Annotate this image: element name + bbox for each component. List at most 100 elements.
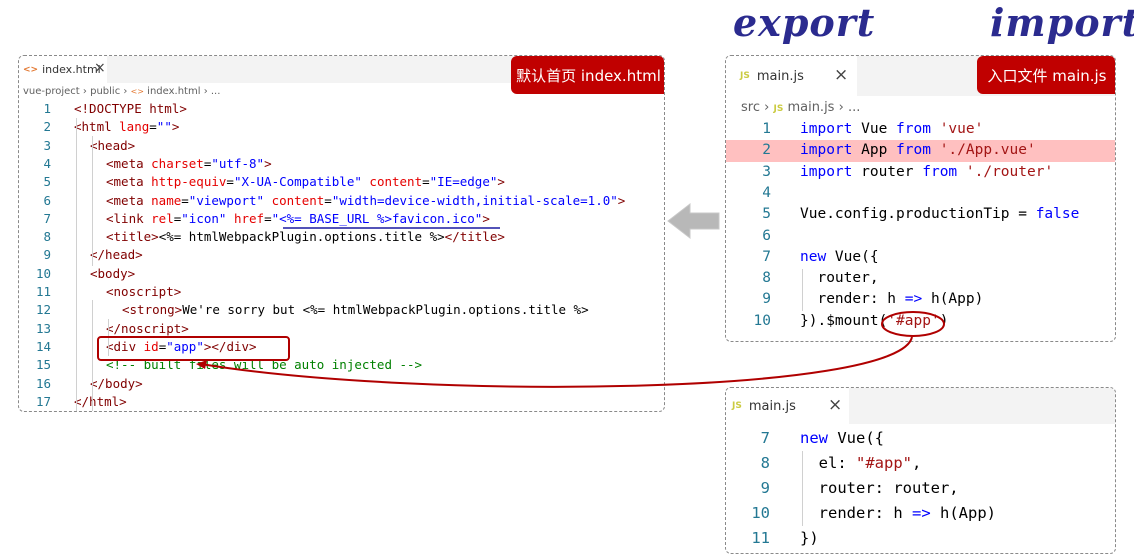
code-line[interactable]: 1 <!DOCTYPE html>	[19, 100, 664, 118]
line-number: 7	[762, 248, 771, 265]
code-line[interactable]: 7 new Vue({	[726, 247, 1115, 268]
code-text: <title><%= htmlWebpackPlugin.options.tit…	[106, 228, 505, 246]
code-line[interactable]: 10}).$mount('#app')	[726, 311, 1115, 332]
code-line[interactable]: 1 import Vue from 'vue'	[726, 119, 1115, 140]
code-token: Vue	[852, 121, 897, 137]
code-token: router,	[800, 270, 879, 287]
html-file-icon: <>	[130, 87, 144, 96]
indent-guide	[802, 269, 803, 311]
close-icon[interactable]: ×	[828, 395, 842, 415]
code-line[interactable]: 4 <meta charset="utf-8">	[19, 155, 664, 173]
code-line[interactable]: 13 </noscript>	[19, 320, 664, 338]
code-text: import Vue from 'vue'	[800, 119, 983, 140]
breadcrumb-item[interactable]: index.html	[147, 86, 200, 97]
code-line[interactable]: 8 <title><%= htmlWebpackPlugin.options.ti…	[19, 228, 664, 246]
code-area: 1 import Vue from 'vue' 2 import App from '…	[726, 119, 1115, 341]
gray-arrow-left-icon	[667, 202, 720, 240]
code-line[interactable]: 16 </body>	[19, 375, 664, 393]
code-line[interactable]: 6 <meta name="viewport" content="width=de…	[19, 192, 664, 210]
code-line[interactable]: 4	[726, 183, 1115, 204]
code-line[interactable]: 11 <noscript>	[19, 283, 664, 301]
code-line[interactable]: 5 Vue.config.productionTip = false	[726, 204, 1115, 225]
code-token: content	[369, 174, 423, 190]
code-line[interactable]: 8 el: "#app",	[726, 451, 1115, 476]
import-label: import	[990, 0, 1134, 45]
code-text: </body>	[90, 375, 143, 393]
code-token: href	[233, 210, 265, 226]
line-number: 3	[43, 137, 51, 153]
indent-guide	[108, 319, 109, 356]
code-token: =>	[904, 291, 923, 308]
code-token: =	[181, 192, 189, 208]
code-line[interactable]: 7 new Vue({	[726, 426, 1115, 451]
code-token: >	[171, 119, 180, 135]
close-icon[interactable]: ×	[94, 60, 106, 76]
code-token: Vue({	[826, 248, 879, 265]
breadcrumb-item[interactable]: public	[90, 86, 120, 97]
line-number: 13	[35, 320, 51, 336]
index-html-editor: <> index.html × vue-project › public › <…	[18, 55, 665, 412]
code-token: >	[264, 155, 272, 171]
code-text: import router from './router'	[800, 162, 1053, 183]
code-line[interactable]: 10 <body>	[19, 265, 664, 283]
line-number: 5	[43, 174, 51, 190]
code-text: <meta name="viewport" content="width=dev…	[106, 192, 625, 210]
code-line[interactable]: 9 router: router,	[726, 476, 1115, 501]
code-token: =	[422, 174, 430, 190]
chevron-right-icon: ›	[764, 100, 770, 115]
line-number: 9	[762, 291, 771, 308]
breadcrumb-item[interactable]: vue-project	[23, 86, 80, 97]
entry-file-badge: 入口文件 main.js	[977, 56, 1115, 94]
code-line[interactable]: 2 <html lang="">	[19, 118, 664, 136]
line-number: 9	[43, 247, 51, 263]
breadcrumb-item[interactable]: main.js	[787, 100, 834, 115]
code-token: ></div>	[203, 338, 257, 354]
code-line[interactable]: 8 router,	[726, 268, 1115, 289]
breadcrumb-item[interactable]: src	[741, 100, 760, 115]
tab-main-js[interactable]: JS main.js ×	[726, 56, 857, 96]
code-line[interactable]: 14 <div id="app"></div>	[19, 338, 664, 356]
code-token: new	[800, 429, 828, 447]
code-line[interactable]: 6	[726, 226, 1115, 247]
code-line[interactable]: 3 import router from './router'	[726, 162, 1115, 183]
code-token: "width=device-width,initial-scale=1.0"	[331, 192, 618, 208]
code-token: name	[151, 192, 182, 208]
code-line[interactable]: 7 <link rel="icon" href="<%= BASE_URL %>f…	[19, 210, 664, 228]
code-token: './router'	[965, 163, 1054, 180]
code-token: </body>	[90, 375, 143, 391]
code-line[interactable]: 12 <strong>We're sorry but <%= htmlWebpac…	[19, 301, 664, 319]
code-token: <title>	[106, 229, 159, 245]
code-line[interactable]: 11})	[726, 526, 1115, 551]
tab-index-html[interactable]: <> index.html ×	[19, 56, 107, 83]
line-number: 7	[43, 210, 51, 226]
code-token: h(App)	[922, 291, 984, 308]
breadcrumb-item[interactable]: ...	[211, 86, 221, 97]
code-line[interactable]: 10 render: h => h(App)	[726, 501, 1115, 526]
tab-main-js[interactable]: JS main.js ×	[726, 388, 849, 424]
close-icon[interactable]: ×	[834, 65, 848, 85]
main-js-snippet-editor: JS main.js × 7 new Vue({8 el: "#app", 9 ro…	[725, 387, 1116, 554]
code-line[interactable]: 9 </head>	[19, 246, 664, 264]
code-token: App	[852, 142, 897, 159]
code-text: <head>	[90, 137, 135, 155]
code-token: rel	[151, 210, 174, 226]
code-token: "X-UA-Compatible"	[233, 174, 362, 190]
code-token: from	[922, 163, 958, 180]
line-number: 8	[43, 229, 51, 245]
breadcrumb-item[interactable]: ...	[848, 100, 860, 115]
main-js-editor: JS main.js × src › JS main.js › ... 入口文件…	[725, 55, 1116, 342]
code-line[interactable]: 9 render: h => h(App)	[726, 289, 1115, 310]
code-line[interactable]: 5 <meta http-equiv="X-UA-Compatible" cont…	[19, 173, 664, 191]
code-line[interactable]: 15 <!-- built files will be auto injected…	[19, 356, 664, 374]
tab-title: index.html	[42, 63, 101, 76]
code-text: <meta http-equiv="X-UA-Compatible" conte…	[106, 173, 505, 191]
code-text: new Vue({	[800, 247, 879, 268]
breadcrumb: vue-project › public › <> index.html › .…	[23, 86, 220, 97]
code-line[interactable]: 3 <head>	[19, 137, 664, 155]
code-text: import App from './App.vue'	[800, 140, 1036, 161]
code-line[interactable]: 2 import App from './App.vue'	[726, 140, 1115, 162]
code-token: <noscript>	[106, 284, 182, 299]
code-line[interactable]: 17 </html>	[19, 393, 664, 411]
